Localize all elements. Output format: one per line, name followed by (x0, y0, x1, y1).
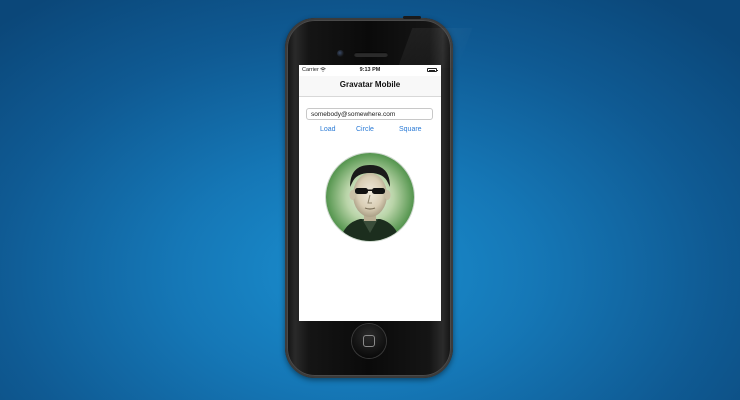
circle-button[interactable]: Circle (356, 126, 374, 133)
sleep-button (403, 16, 421, 19)
avatar-image (326, 153, 414, 241)
status-bar: Carrier 9:13 PM (299, 65, 441, 76)
battery-icon (427, 68, 438, 72)
nav-title: Gravatar Mobile (339, 80, 401, 89)
front-camera (337, 50, 344, 57)
square-button[interactable]: Square (399, 126, 422, 133)
earpiece-speaker (354, 52, 388, 57)
home-button[interactable] (352, 324, 386, 358)
load-button[interactable]: Load (320, 126, 336, 133)
avatar (326, 153, 414, 241)
app-screen: Carrier 9:13 PM Gravatar Mobile Load Cir… (299, 65, 441, 321)
status-time: 9:13 PM (359, 67, 381, 73)
navigation-bar: Gravatar Mobile (299, 76, 441, 97)
email-field[interactable] (306, 108, 433, 120)
home-square-icon (363, 335, 375, 347)
